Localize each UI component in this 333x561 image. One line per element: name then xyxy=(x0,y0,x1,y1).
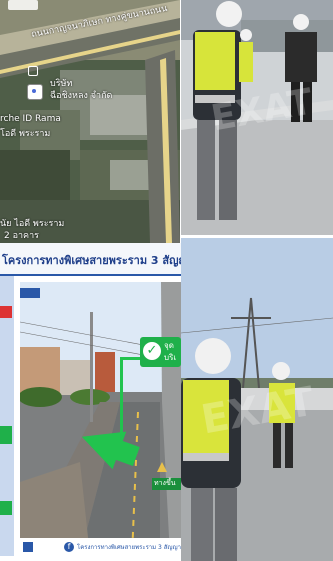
project-banner: โครงการทางพิเศษสายพระราม 3 สัญญา 2 xyxy=(0,243,206,276)
checkmark-icon: ✓ xyxy=(143,342,161,360)
left-edge-green-tag xyxy=(0,426,12,444)
left-edge-green-tag-2 xyxy=(0,501,12,515)
street-view-panel: ✓ จุด บริเ ทางขึ้น f โครงการทางพิเศษสายพ… xyxy=(20,282,181,556)
site-photo-bottom: EXAT xyxy=(181,238,333,561)
street-view-panel-left-edge xyxy=(0,276,14,556)
street-footer: f โครงการทางพิเศษสายพระราม 3 สัญญา 2 xyxy=(20,538,181,556)
callout-box: ✓ จุด บริเ xyxy=(140,337,181,367)
map-logo-badge xyxy=(8,0,38,10)
direction-sign: ทางขึ้น xyxy=(152,478,181,490)
place-label-left-2: โอดี พระราม xyxy=(0,129,51,139)
place-label-bottom-2: 2 อาคาร xyxy=(4,231,39,241)
up-arrow-icon xyxy=(157,462,167,472)
facebook-icon: f xyxy=(64,542,74,552)
sign-badge xyxy=(20,288,40,298)
site-photo-top: EXAT xyxy=(181,0,333,235)
direction-sign-label: ทางขึ้น xyxy=(154,479,176,487)
map-panel: ถนนกาญจนาภิเษก ทางคู่ขนานถนน บริษัท ฉือช… xyxy=(0,0,180,243)
company-label-2: ฉือชิงหลง จำกัด xyxy=(50,91,113,101)
footer-logo xyxy=(23,542,33,552)
pin-dot xyxy=(32,89,36,93)
map-marker-icon xyxy=(28,66,38,76)
place-label-left-1: rche ID Rama xyxy=(0,114,61,124)
left-edge-red-tag xyxy=(0,306,12,318)
callout-text-2: บริเ xyxy=(164,353,177,362)
street-footer-text: โครงการทางพิเศษสายพระราม 3 สัญญา 2 xyxy=(77,544,181,551)
banner-title: โครงการทางพิเศษสายพระราม 3 สัญญา 2 xyxy=(2,254,206,267)
